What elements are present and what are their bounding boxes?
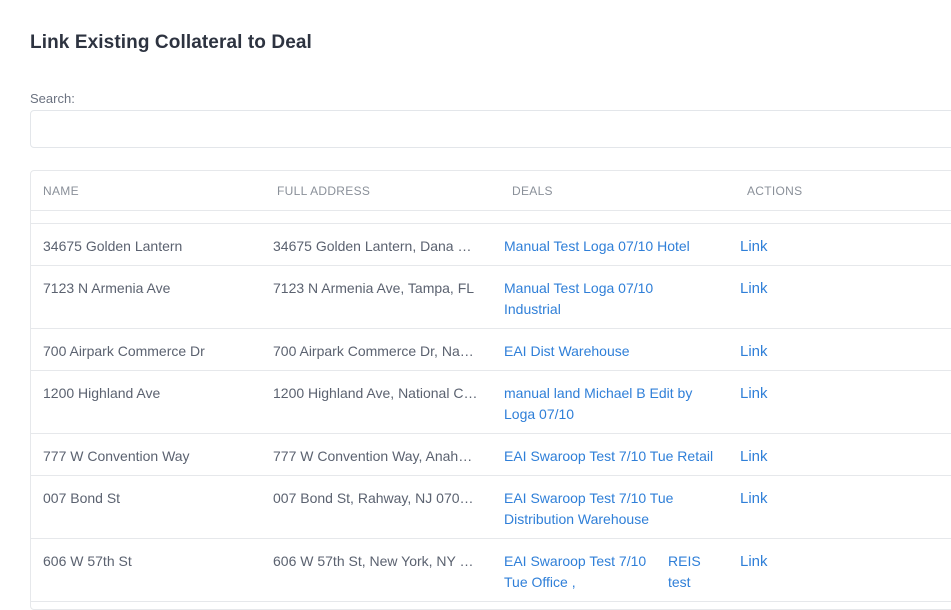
link-collateral-modal: Link Existing Collateral to Deal Search:… <box>0 0 951 610</box>
link-button[interactable]: Link <box>740 278 768 299</box>
search-label: Search: <box>30 91 75 106</box>
collateral-address: 777 W Convention Way, Anaheim, CA <box>273 448 478 464</box>
column-header-full-address[interactable]: FULL ADDRESS <box>277 184 370 198</box>
collateral-name: 606 W 57th St <box>43 553 132 569</box>
table-spacer <box>31 211 951 224</box>
table-row: 777 W Convention Way 777 W Convention Wa… <box>31 434 951 476</box>
deal-link[interactable]: REIS test <box>668 551 708 593</box>
collateral-address: 007 Bond St, Rahway, NJ 07065, <box>273 490 478 506</box>
deal-link[interactable]: Manual Test Loga 07/10 Industrial <box>504 280 653 317</box>
collateral-name: 7123 N Armenia Ave <box>43 280 171 296</box>
column-header-name[interactable]: NAME <box>43 184 79 198</box>
table-row: 700 Airpark Commerce Dr 700 Airpark Comm… <box>31 329 951 371</box>
collateral-name: 007 Bond St <box>43 490 121 506</box>
collateral-address: 606 W 57th St, New York, NY 10019 <box>273 553 478 569</box>
column-header-actions: ACTIONS <box>747 184 803 198</box>
modal-title: Link Existing Collateral to Deal <box>30 32 312 53</box>
deal-link[interactable]: Manual Test Loga 07/10 Hotel <box>504 238 690 254</box>
table-row: 1200 Highland Ave 1200 Highland Ave, Nat… <box>31 371 951 434</box>
collateral-address: 700 Airpark Commerce Dr, Nashville, TN <box>273 343 478 359</box>
deals-cell: Manual Test Loga 07/10 Hotel <box>504 236 719 257</box>
deals-cell: EAI Swaroop Test 7/10 Tue Retail <box>504 446 719 467</box>
table-row: 606 W 57th St 606 W 57th St, New York, N… <box>31 539 951 602</box>
collateral-name: 777 W Convention Way <box>43 448 190 464</box>
deal-link[interactable]: EAI Swaroop Test 7/10 Tue Office , <box>504 551 668 593</box>
deals-cell: EAI Swaroop Test 7/10 Tue Distribution W… <box>504 488 694 530</box>
link-button[interactable]: Link <box>740 383 768 404</box>
collateral-name: 1200 Highland Ave <box>43 385 161 401</box>
link-button[interactable]: Link <box>740 341 768 362</box>
collateral-address: 1200 Highland Ave, National City, CA <box>273 385 478 401</box>
deals-cell: manual land Michael B Edit by Loga 07/10 <box>504 383 704 425</box>
collateral-name: 34675 Golden Lantern <box>43 238 183 254</box>
table-row: 007 Bond St 007 Bond St, Rahway, NJ 0706… <box>31 476 951 539</box>
link-button[interactable]: Link <box>740 236 768 257</box>
table-header: NAME FULL ADDRESS DEALS ACTIONS <box>31 171 951 211</box>
deal-link[interactable]: EAI Swaroop Test 7/10 Tue Distribution W… <box>504 490 673 527</box>
deal-link[interactable]: manual land Michael B Edit by Loga 07/10 <box>504 385 692 422</box>
link-button[interactable]: Link <box>740 551 768 572</box>
collateral-address: 34675 Golden Lantern, Dana Point, CA <box>273 238 478 254</box>
deals-cell: Manual Test Loga 07/10 Industrial <box>504 278 674 320</box>
deal-link[interactable]: EAI Dist Warehouse <box>504 343 630 359</box>
search-input[interactable] <box>30 110 951 148</box>
table-row: 7123 N Armenia Ave 7123 N Armenia Ave, T… <box>31 266 951 329</box>
collateral-table: NAME FULL ADDRESS DEALS ACTIONS 34675 Go… <box>30 170 951 610</box>
link-button[interactable]: Link <box>740 488 768 509</box>
deals-cell: EAI Dist Warehouse <box>504 341 719 362</box>
collateral-address: 7123 N Armenia Ave, Tampa, FL <box>273 280 475 296</box>
table-row: 34675 Golden Lantern 34675 Golden Lanter… <box>31 224 951 266</box>
column-header-deals[interactable]: DEALS <box>512 184 553 198</box>
deals-cell: EAI Swaroop Test 7/10 Tue Office , REIS … <box>504 551 719 593</box>
deal-link[interactable]: EAI Swaroop Test 7/10 Tue Retail <box>504 448 713 464</box>
link-button[interactable]: Link <box>740 446 768 467</box>
collateral-name: 700 Airpark Commerce Dr <box>43 343 205 359</box>
